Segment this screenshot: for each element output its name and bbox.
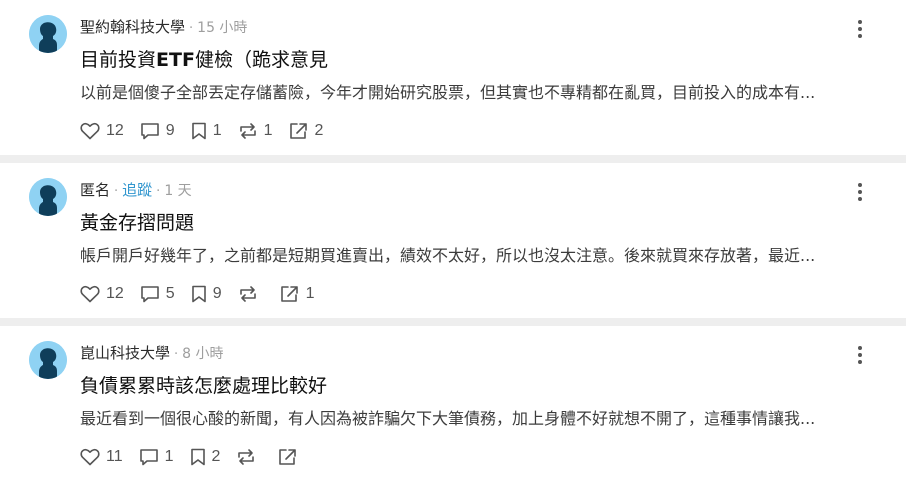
- share-button[interactable]: 2: [289, 122, 324, 140]
- post-separator: [0, 155, 906, 163]
- avatar[interactable]: [29, 15, 67, 53]
- comment-button[interactable]: 5: [140, 285, 175, 303]
- heart-icon: [80, 448, 100, 466]
- bookmark-icon: [191, 122, 206, 140]
- post-title-bold: ETF: [156, 49, 195, 71]
- share-icon: [289, 123, 307, 139]
- post-card[interactable]: 匿名 · 追蹤 · 1 天 黃金存摺問題 帳戶開戶好幾年了，之前都是短期買進賣出，績效不…: [0, 163, 906, 318]
- save-button[interactable]: 9: [191, 285, 222, 303]
- comment-count: 1: [164, 448, 174, 465]
- repost-icon: [239, 123, 256, 139]
- author-name[interactable]: 聖約翰科技大學: [80, 18, 185, 36]
- meta-dot: ·: [174, 347, 179, 362]
- comment-icon: [140, 286, 159, 303]
- meta-dot: ·: [156, 184, 161, 199]
- post-title-suffix: 健檢（跪求意見: [194, 49, 328, 71]
- save-button[interactable]: 2: [190, 448, 221, 466]
- meta-dot: ·: [189, 21, 194, 36]
- bookmark-icon: [190, 448, 205, 466]
- repost-button[interactable]: 1: [238, 122, 273, 140]
- like-count: 11: [106, 448, 123, 465]
- like-count: 12: [106, 122, 124, 139]
- post-actions: 12 9 1 1 2: [80, 118, 339, 144]
- like-count: 12: [106, 285, 124, 302]
- share-count: 2: [314, 122, 324, 139]
- save-count: 9: [212, 285, 222, 302]
- post-title-text: 黃金存摺問題: [80, 212, 195, 234]
- like-button[interactable]: 12: [80, 285, 124, 303]
- repost-count: 1: [263, 122, 273, 139]
- heart-icon: [80, 285, 100, 303]
- post-title[interactable]: 目前投資ETF健檢（跪求意見: [80, 46, 328, 74]
- author-name[interactable]: 匿名: [80, 181, 110, 199]
- post-title[interactable]: 負債累累時該怎麼處理比較好: [80, 372, 327, 400]
- follow-link[interactable]: 追蹤: [122, 181, 152, 199]
- repost-button[interactable]: [236, 448, 262, 466]
- avatar[interactable]: [29, 341, 67, 379]
- comment-button[interactable]: 9: [140, 122, 175, 140]
- comment-icon: [139, 449, 158, 466]
- share-button[interactable]: [278, 448, 304, 466]
- post-actions: 11 1 2: [80, 444, 320, 470]
- repost-icon: [239, 286, 256, 302]
- post-excerpt: 最近看到一個很心酸的新聞，有人因為被詐騙欠下大筆債務，加上身體不好就想不開了，這…: [80, 409, 816, 428]
- more-options-icon[interactable]: [852, 181, 868, 201]
- post-title-text: 目前投資: [80, 49, 157, 71]
- comment-count: 9: [165, 122, 175, 139]
- share-button[interactable]: 1: [280, 285, 315, 303]
- post-title-text: 負債累累時該怎麼處理比較好: [80, 375, 328, 397]
- post-card[interactable]: 崑山科技大學 · 8 小時 負債累累時該怎麼處理比較好 最近看到一個很心酸的新聞，有…: [0, 326, 906, 481]
- share-count: 1: [305, 285, 315, 302]
- post-time: 1 天: [164, 183, 192, 199]
- post-separator: [0, 318, 906, 326]
- avatar[interactable]: [29, 178, 67, 216]
- post-meta: 聖約翰科技大學 · 15 小時: [80, 16, 247, 38]
- repost-icon: [238, 449, 255, 465]
- like-button[interactable]: 11: [80, 448, 123, 466]
- meta-dot: ·: [114, 184, 119, 199]
- comment-button[interactable]: 1: [139, 448, 174, 466]
- comment-count: 5: [165, 285, 175, 302]
- author-name[interactable]: 崑山科技大學: [80, 344, 170, 362]
- save-button[interactable]: 1: [191, 122, 222, 140]
- repost-button[interactable]: [238, 285, 264, 303]
- post-excerpt: 以前是個傻子全部丟定存儲蓄險，今年才開始研究股票，但其實也不專精都在亂買，目前投…: [80, 83, 816, 102]
- avatar-silhouette-icon: [29, 15, 67, 53]
- post-excerpt: 帳戶開戶好幾年了，之前都是短期買進賣出，績效不太好，所以也沒太注意。後來就買來存…: [80, 246, 816, 265]
- post-time: 15 小時: [197, 20, 248, 36]
- post-card[interactable]: 聖約翰科技大學 · 15 小時 目前投資ETF健檢（跪求意見 以前是個傻子全部丟定存…: [0, 0, 906, 155]
- more-options-icon[interactable]: [852, 344, 868, 364]
- save-count: 2: [211, 448, 221, 465]
- post-meta: 崑山科技大學 · 8 小時: [80, 342, 224, 364]
- bookmark-icon: [191, 285, 206, 303]
- avatar-silhouette-icon: [29, 178, 67, 216]
- save-count: 1: [212, 122, 222, 139]
- more-options-icon[interactable]: [852, 18, 868, 38]
- like-button[interactable]: 12: [80, 122, 124, 140]
- post-meta: 匿名 · 追蹤 · 1 天: [80, 179, 192, 201]
- heart-icon: [80, 122, 100, 140]
- post-title[interactable]: 黃金存摺問題: [80, 209, 194, 237]
- post-time: 8 小時: [182, 346, 224, 362]
- comment-icon: [140, 123, 159, 140]
- avatar-silhouette-icon: [29, 341, 67, 379]
- post-actions: 12 5 9 1: [80, 281, 331, 307]
- share-icon: [280, 286, 298, 302]
- share-icon: [279, 449, 297, 465]
